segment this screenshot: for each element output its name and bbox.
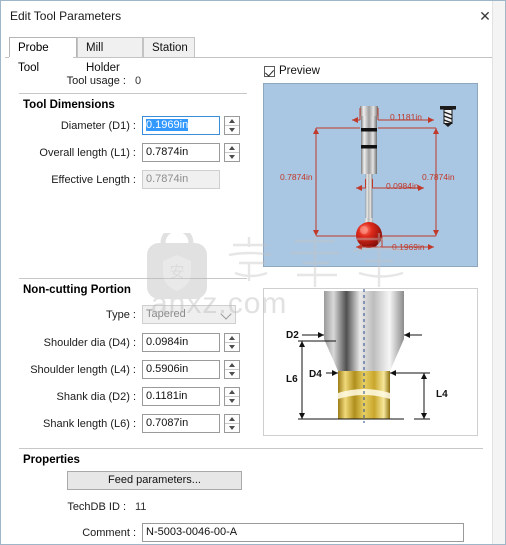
tool-dimensions-title: Tool Dimensions xyxy=(23,99,115,111)
shoulder-length-l4-spinner[interactable] xyxy=(224,360,240,379)
preview-dim-2: 0.7874in xyxy=(422,172,455,182)
tab-probe-tool[interactable]: Probe Tool xyxy=(9,37,77,74)
overall-length-l1-spinner-up[interactable] xyxy=(225,144,239,153)
properties-title: Properties xyxy=(23,454,80,466)
window-title: Edit Tool Parameters xyxy=(10,9,122,23)
tool-dimension-diagram: D2 D4 L6 L4 xyxy=(263,288,478,436)
shank-dia-d2-spinner[interactable] xyxy=(224,387,240,406)
shank-length-l6-input[interactable]: 0.7087in xyxy=(142,414,220,433)
tool-preview-panel[interactable]: 0.1181in 0.7874in 0.7874in 0.0984in 0.19… xyxy=(263,83,478,267)
overall-length-l1-value: 0.7874in xyxy=(146,146,189,158)
overall-length-l1-input[interactable]: 0.7874in xyxy=(142,143,220,162)
chevron-down-icon xyxy=(220,308,232,320)
shank-dia-d2-input[interactable]: 0.1181in xyxy=(142,387,220,406)
tool-usage-label: Tool usage : xyxy=(66,75,126,87)
diameter-d1-spinner-down[interactable] xyxy=(225,126,239,134)
shoulder-length-l4-input[interactable]: 0.5906in xyxy=(142,360,220,379)
type-dropdown[interactable]: Tapered xyxy=(142,305,236,324)
diameter-d1-label-text: Diameter (D1) : xyxy=(60,120,136,132)
overall-length-l1-label-text: Overall length (L1) : xyxy=(39,147,136,159)
tab-strip: Probe Tool Mill Holder Station xyxy=(5,37,503,74)
shoulder-length-l4-value: 0.5906in xyxy=(146,363,189,375)
drill-tool-icon xyxy=(440,106,456,127)
edit-tool-parameters-dialog: Edit Tool Parameters ✕ Probe Tool Mill H… xyxy=(0,0,506,545)
overall-length-l1-label: Overall length (L1) : xyxy=(11,147,136,159)
preview-checkbox[interactable]: Preview xyxy=(264,65,320,77)
preview-dim-0: 0.1181in xyxy=(390,112,422,122)
shank-dia-d2-value: 0.1181in xyxy=(146,390,188,402)
shank-dia-d2-spinner-up[interactable] xyxy=(225,388,239,397)
comment-value: N-5003-0046-00-A xyxy=(146,526,238,538)
checkbox-checked-icon xyxy=(264,65,275,77)
tool-usage-value: 0 xyxy=(135,75,142,87)
techdb-id-value: 11 xyxy=(135,501,147,513)
shoulder-length-l4-spinner-down[interactable] xyxy=(225,370,239,378)
non-cutting-rule xyxy=(19,278,247,279)
tab-station[interactable]: Station xyxy=(143,37,195,57)
non-cutting-title: Non-cutting Portion xyxy=(23,284,131,296)
feed-parameters-button[interactable]: Feed parameters... xyxy=(67,471,242,490)
diameter-d1-spinner-up[interactable] xyxy=(225,117,239,126)
properties-rule xyxy=(19,448,483,449)
effective-length-value: 0.7874in xyxy=(142,170,220,189)
shoulder-dia-d4-spinner-up[interactable] xyxy=(225,334,239,343)
shank-length-l6-spinner-down[interactable] xyxy=(225,424,239,432)
shank-length-l6-label: Shank length (L6) : xyxy=(43,418,136,430)
comment-label: Comment : xyxy=(82,527,136,539)
shoulder-dia-d4-spinner[interactable] xyxy=(224,333,240,352)
tab-active-fill xyxy=(9,57,73,59)
preview-dim-4: 0.1969in xyxy=(392,242,425,252)
right-edge-gutter xyxy=(492,1,505,544)
shank-length-l6-spinner[interactable] xyxy=(224,414,240,433)
shield-badge-icon: 安 xyxy=(147,233,207,299)
shoulder-length-l4-spinner-up[interactable] xyxy=(225,361,239,370)
preview-dim-1: 0.7874in xyxy=(280,172,313,182)
diagram-label-l6: L6 xyxy=(286,374,298,385)
preview-dim-3: 0.0984in xyxy=(386,181,419,191)
overall-length-l1-spinner[interactable] xyxy=(224,143,240,162)
tab-underline xyxy=(5,57,503,58)
shoulder-dia-d4-spinner-down[interactable] xyxy=(225,343,239,351)
techdb-id-label: TechDB ID : xyxy=(67,501,126,513)
type-dropdown-value: Tapered xyxy=(146,308,186,320)
overall-length-l1-spinner-down[interactable] xyxy=(225,153,239,161)
tool-dimensions-rule xyxy=(19,93,247,94)
type-label: Type : xyxy=(106,309,136,321)
shoulder-dia-d4-input[interactable]: 0.0984in xyxy=(142,333,220,352)
shank-dia-d2-label: Shank dia (D2) : xyxy=(56,391,136,403)
holder-diagram-drawing xyxy=(298,289,430,423)
diameter-d1-input[interactable]: 0.1969in xyxy=(142,116,220,135)
comment-input[interactable]: N-5003-0046-00-A xyxy=(142,523,464,542)
diagram-label-d4: D4 xyxy=(309,369,322,380)
tab-mill-holder[interactable]: Mill Holder xyxy=(77,37,143,74)
effective-length-label: Effective Length : xyxy=(51,174,136,186)
diagram-label-d2: D2 xyxy=(286,330,299,341)
title-bar: Edit Tool Parameters ✕ xyxy=(1,1,505,31)
diameter-d1-spinner[interactable] xyxy=(224,116,240,135)
shank-length-l6-spinner-up[interactable] xyxy=(225,415,239,424)
shoulder-length-l4-label: Shoulder length (L4) : xyxy=(30,364,136,376)
diagram-label-l4: L4 xyxy=(436,389,448,400)
shank-length-l6-value: 0.7087in xyxy=(146,417,189,429)
shoulder-dia-d4-value: 0.0984in xyxy=(146,336,189,348)
shank-dia-d2-spinner-down[interactable] xyxy=(225,397,239,405)
diameter-d1-value: 0.1969in xyxy=(146,119,189,131)
preview-checkbox-label: Preview xyxy=(279,65,320,77)
shoulder-dia-d4-label: Shoulder dia (D4) : xyxy=(43,337,136,349)
diameter-d1-label: Diameter (D1) : xyxy=(11,120,136,132)
